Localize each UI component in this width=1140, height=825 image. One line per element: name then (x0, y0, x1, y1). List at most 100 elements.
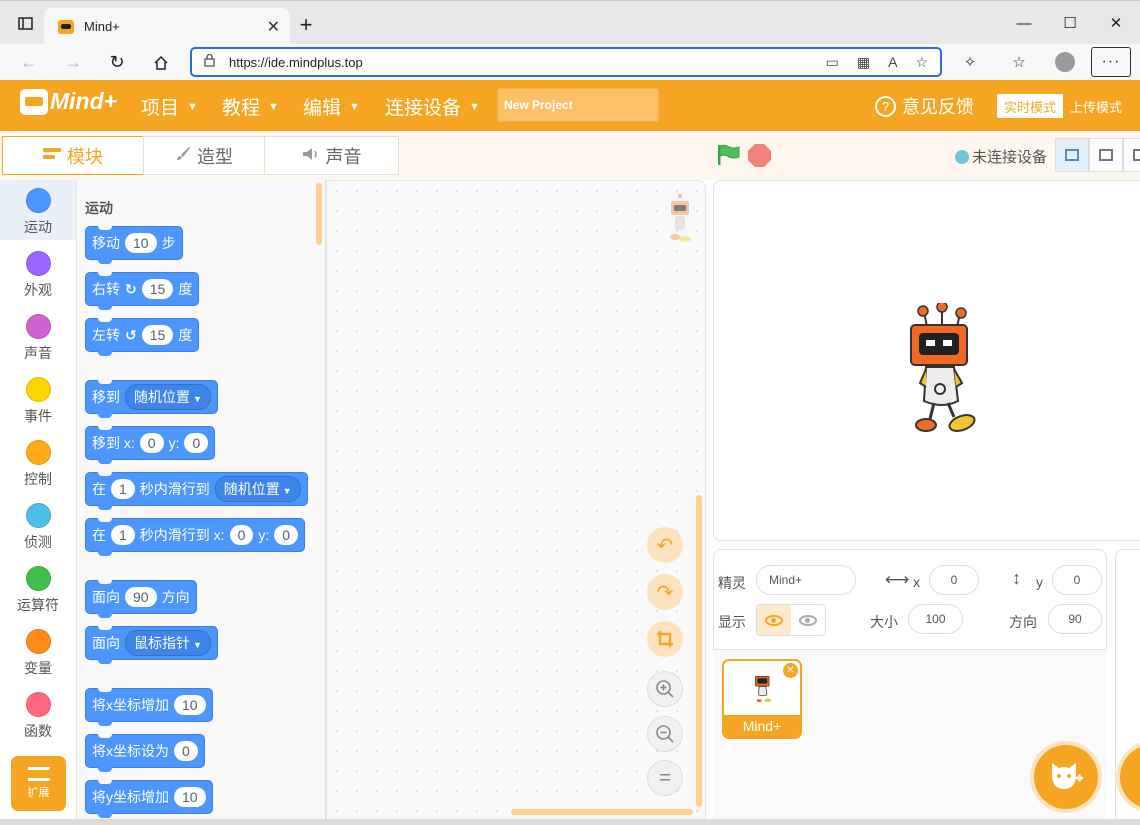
category-operators[interactable]: 运算符 (0, 558, 76, 618)
feedback-button[interactable]: ? 意见反馈 (875, 93, 974, 119)
tab-actions-icon[interactable] (6, 7, 44, 39)
more-menu-button[interactable]: ··· (1091, 47, 1131, 77)
read-aloud-icon[interactable]: A (888, 54, 897, 71)
menu-project[interactable]: 项目 ▼ (141, 93, 198, 120)
block-number-input[interactable]: 10 (174, 695, 206, 715)
block-point-direction[interactable]: 面向 90 方向 (85, 580, 197, 618)
block-goto[interactable]: 移到 随机位置 ▼ (85, 380, 218, 418)
block-number-input[interactable]: 15 (141, 279, 174, 299)
y-input[interactable]: 0 (1052, 565, 1102, 595)
block-number-input[interactable]: 90 (125, 587, 157, 607)
direction-input[interactable]: 90 (1048, 604, 1102, 634)
home-icon[interactable] (146, 47, 176, 77)
show-button[interactable] (757, 605, 791, 635)
new-tab-button[interactable]: + (292, 11, 320, 39)
block-change-y[interactable]: 将y坐标增加 10 (85, 780, 213, 818)
category-sound[interactable]: 声音 (0, 306, 76, 366)
minimize-button[interactable]: — (1005, 7, 1043, 39)
block-glide-xy[interactable]: 在 1 秒内滑行到 x: 0 y: 0 (85, 518, 306, 556)
block-turn-right[interactable]: 右转 ↻ 15 度 (85, 272, 200, 310)
cleanup-button[interactable] (647, 621, 683, 657)
block-turn-left[interactable]: 左转 ↺ 15 度 (85, 318, 200, 356)
size-input[interactable]: 100 (908, 604, 963, 634)
block-change-x[interactable]: 将x坐标增加 10 (85, 688, 213, 726)
extensions-icon[interactable]: ✧ (955, 47, 985, 77)
block-number-input[interactable]: 0 (139, 433, 164, 453)
stage[interactable] (713, 180, 1140, 541)
block-move-steps[interactable]: 移动 10 步 (85, 226, 183, 264)
project-name-input[interactable]: New Project (497, 88, 659, 122)
stop-icon[interactable] (748, 144, 771, 167)
block-dropdown[interactable]: 鼠标指针 ▼ (125, 630, 211, 656)
caret-down-icon: ▼ (268, 100, 279, 113)
category-variables[interactable]: 变量 (0, 621, 76, 681)
undo-button[interactable]: ↶ (647, 527, 683, 563)
tab-sounds[interactable]: 声音 (264, 136, 399, 175)
redo-button[interactable]: ↷ (647, 574, 683, 610)
block-glide-to[interactable]: 在 1 秒内滑行到 随机位置 ▼ (85, 472, 308, 510)
block-dropdown[interactable]: 随机位置 ▼ (214, 476, 301, 502)
category-looks[interactable]: 外观 (0, 243, 76, 303)
maximize-button[interactable]: ☐ (1051, 7, 1089, 39)
palette-scrollbar[interactable] (316, 183, 322, 245)
layout-small-stage-button[interactable] (1055, 138, 1089, 172)
x-input[interactable]: 0 (929, 565, 979, 595)
block-number-input[interactable]: 10 (125, 233, 157, 253)
category-events[interactable]: 事件 (0, 369, 76, 429)
favorites-icon[interactable]: ☆ (1004, 47, 1034, 77)
address-bar[interactable]: https://ide.mindplus.top ▭ ▦ A ☆ (190, 47, 942, 77)
forward-arrow-icon[interactable]: → (58, 47, 88, 77)
script-workspace[interactable]: ↶ ↷ = (326, 180, 706, 825)
extensions-button[interactable]: 扩展 (11, 756, 66, 811)
block-number-input[interactable]: 0 (174, 741, 198, 761)
block-number-input[interactable]: 0 (274, 525, 299, 545)
block-number-input[interactable]: 15 (141, 325, 174, 345)
block-number-input[interactable]: 1 (111, 525, 135, 545)
zoom-out-button[interactable] (647, 716, 683, 752)
layout-normal-stage-button[interactable] (1089, 138, 1123, 172)
menu-connect-device[interactable]: 连接设备 ▼ (385, 93, 480, 120)
block-point-towards[interactable]: 面向 鼠标指针 ▼ (85, 626, 218, 664)
block-number-input[interactable]: 0 (229, 525, 254, 545)
category-control[interactable]: 控制 (0, 432, 76, 492)
block-text: 将y坐标增加 (92, 789, 169, 805)
category-sensing[interactable]: 侦测 (0, 495, 76, 555)
browser-tab[interactable]: Mind+ ✕ (44, 8, 290, 45)
layout-fullscreen-button[interactable] (1123, 138, 1140, 172)
back-arrow-icon[interactable]: ← (14, 47, 44, 77)
block-goto-xy[interactable]: 移到 x: 0 y: 0 (85, 426, 216, 464)
dropdown-caret-icon: ▼ (193, 394, 202, 404)
close-window-button[interactable]: ✕ (1097, 7, 1135, 39)
category-motion[interactable]: 运动 (0, 180, 76, 240)
menu-edit[interactable]: 编辑 ▼ (303, 93, 360, 120)
hide-button[interactable] (791, 605, 825, 635)
block-dropdown[interactable]: 随机位置 ▼ (125, 384, 211, 410)
tab-close-icon[interactable]: ✕ (267, 17, 280, 37)
block-number-input[interactable]: 1 (111, 479, 135, 499)
block-number-input[interactable]: 0 (184, 433, 209, 453)
upload-mode-button[interactable]: 上传模式 (1063, 94, 1129, 118)
workspace-horizontal-scrollbar[interactable] (511, 809, 693, 815)
realtime-mode-button[interactable]: 实时模式 (997, 94, 1064, 118)
tab-title: Mind+ (84, 19, 120, 34)
add-sprite-button[interactable] (1034, 745, 1098, 809)
refresh-icon[interactable]: ↻ (102, 47, 132, 77)
category-functions[interactable]: 函数 (0, 684, 76, 744)
tab-costumes[interactable]: 造型 (143, 136, 265, 175)
zoom-in-button[interactable] (647, 671, 683, 707)
block-set-x[interactable]: 将x坐标设为 0 (85, 734, 205, 772)
green-flag-icon[interactable] (716, 144, 740, 166)
profile-button[interactable] (1050, 47, 1080, 77)
app-available-icon[interactable]: ▭ (826, 54, 839, 71)
menu-tutorial[interactable]: 教程 ▼ (222, 93, 279, 120)
tab-blocks[interactable]: 模块 (2, 136, 144, 175)
sprite-name-input[interactable]: Mind+ (756, 565, 856, 595)
mindplus-robot-sprite[interactable] (902, 303, 982, 443)
sprite-thumbnail[interactable]: ✕ Mind+ (722, 659, 802, 739)
qr-code-icon[interactable]: ▦ (857, 54, 870, 71)
delete-sprite-icon[interactable]: ✕ (783, 663, 798, 678)
workspace-vertical-scrollbar[interactable] (696, 495, 702, 807)
zoom-reset-button[interactable]: = (647, 760, 683, 796)
block-number-input[interactable]: 10 (174, 787, 206, 807)
add-favorite-icon[interactable]: ☆ (915, 54, 928, 71)
